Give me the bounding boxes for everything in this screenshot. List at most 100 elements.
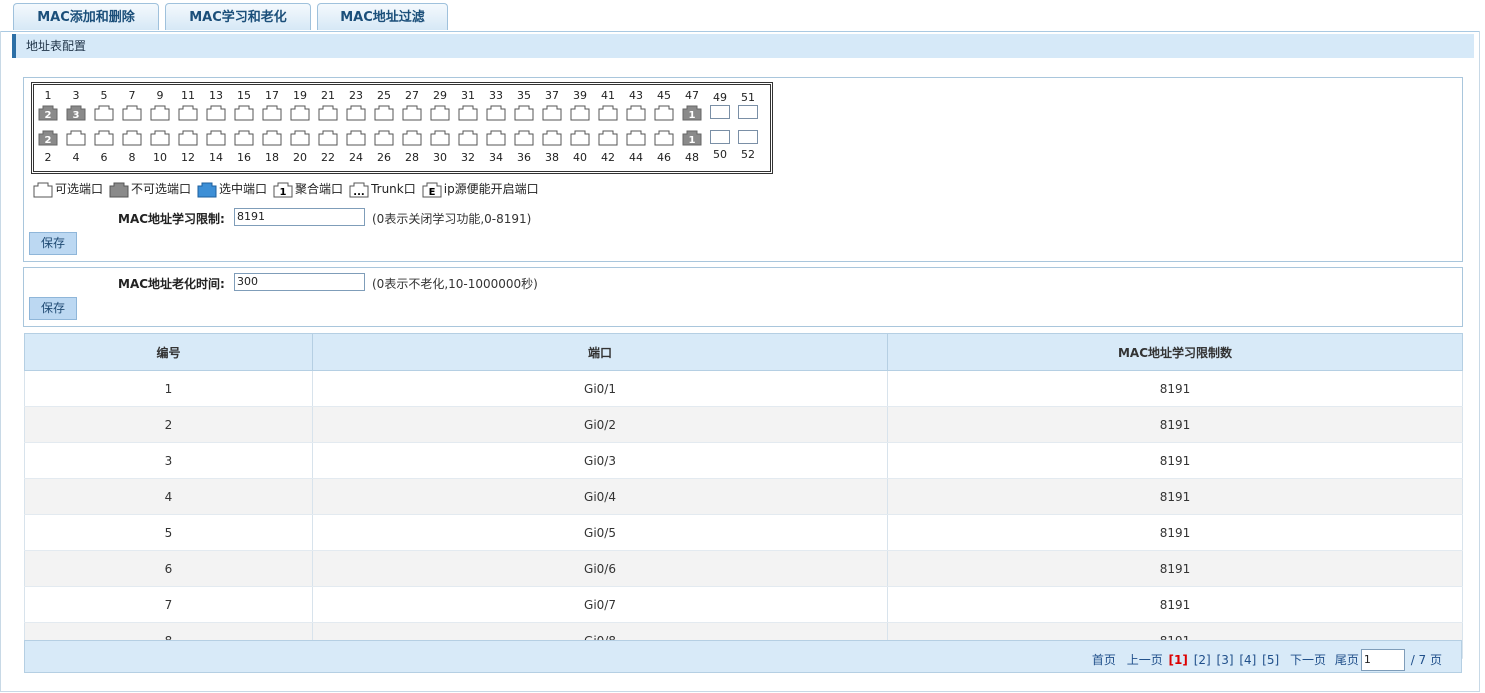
port-13[interactable] bbox=[206, 105, 226, 121]
port-30[interactable] bbox=[430, 130, 450, 146]
port-14[interactable] bbox=[206, 130, 226, 146]
port-22[interactable] bbox=[318, 130, 338, 146]
cell-limit: 8191 bbox=[887, 370, 1463, 407]
port-17[interactable] bbox=[262, 105, 282, 121]
pager-next-link[interactable]: 下一页 bbox=[1290, 653, 1326, 667]
port-badge: 2 bbox=[45, 110, 52, 121]
cell-port: Gi0/2 bbox=[312, 406, 888, 443]
aging-input[interactable]: 300 bbox=[234, 273, 365, 291]
port-15[interactable] bbox=[234, 105, 254, 121]
pager-total: / 7 页 bbox=[1410, 652, 1442, 667]
port-31[interactable] bbox=[458, 105, 478, 121]
port-5[interactable] bbox=[94, 105, 114, 121]
port-29[interactable] bbox=[430, 105, 450, 121]
port-2-aggregated[interactable]: 2 bbox=[38, 130, 58, 146]
port-48-aggregated[interactable]: 1 bbox=[682, 130, 702, 146]
port-47-aggregated[interactable]: 1 bbox=[682, 105, 702, 121]
aging-label: MAC地址老化时间: bbox=[118, 277, 225, 291]
legend-label: ip源便能开启端口 bbox=[443, 182, 539, 196]
port-number-top: 9 bbox=[156, 89, 164, 102]
port-36[interactable] bbox=[514, 130, 534, 146]
cell-limit: 8191 bbox=[887, 586, 1463, 623]
pager-last-link[interactable]: 尾页 bbox=[1335, 653, 1359, 667]
port-18[interactable] bbox=[262, 130, 282, 146]
port-number-top: 41 bbox=[601, 89, 615, 102]
port-33[interactable] bbox=[486, 105, 506, 121]
aging-hint: (0表示不老化,10-1000000秒) bbox=[372, 277, 538, 291]
port-number-top: 35 bbox=[517, 89, 531, 102]
port-26[interactable] bbox=[374, 130, 394, 146]
pager-page-3[interactable]: [3] bbox=[1217, 653, 1234, 667]
port-number-bottom: 12 bbox=[181, 151, 195, 164]
tab-mac-filter[interactable]: MAC地址过滤 bbox=[317, 3, 448, 30]
pager-page-input[interactable]: 1 bbox=[1360, 649, 1405, 671]
pager-first-link[interactable]: 首页 bbox=[1092, 653, 1116, 667]
port-4[interactable] bbox=[66, 130, 86, 146]
sfp-port-52[interactable] bbox=[738, 130, 758, 144]
port-11[interactable] bbox=[178, 105, 198, 121]
port-39[interactable] bbox=[570, 105, 590, 121]
trunk-port-icon: ... bbox=[349, 182, 371, 198]
pager-page-4[interactable]: [4] bbox=[1239, 653, 1256, 667]
tab-mac-add-delete[interactable]: MAC添加和删除 bbox=[13, 3, 159, 30]
sfp-port-49[interactable] bbox=[710, 105, 730, 119]
pager-prev-link[interactable]: 上一页 bbox=[1127, 653, 1163, 667]
port-42[interactable] bbox=[598, 130, 618, 146]
port-9[interactable] bbox=[150, 105, 170, 121]
port-25[interactable] bbox=[374, 105, 394, 121]
port-number-top: 27 bbox=[405, 89, 419, 102]
port-20[interactable] bbox=[290, 130, 310, 146]
port-40[interactable] bbox=[570, 130, 590, 146]
port-43[interactable] bbox=[626, 105, 646, 121]
sfp-port-51[interactable] bbox=[738, 105, 758, 119]
port-12[interactable] bbox=[178, 130, 198, 146]
port-number-top: 45 bbox=[657, 89, 671, 102]
port-27[interactable] bbox=[402, 105, 422, 121]
port-28[interactable] bbox=[402, 130, 422, 146]
port-badge: 1 bbox=[689, 110, 696, 121]
port-19[interactable] bbox=[290, 105, 310, 121]
learn-limit-table: 编号 端口 MAC地址学习限制数 1 Gi0/1 8191 2 Gi0/2 8191 3 Gi… bbox=[24, 333, 1463, 659]
port-8[interactable] bbox=[122, 130, 142, 146]
port-35[interactable] bbox=[514, 105, 534, 121]
column-header-port: 端口 bbox=[312, 333, 888, 371]
port-32[interactable] bbox=[458, 130, 478, 146]
port-21[interactable] bbox=[318, 105, 338, 121]
port-6[interactable] bbox=[94, 130, 114, 146]
pager-page-5[interactable]: [5] bbox=[1262, 653, 1279, 667]
port-3-aggregated[interactable]: 3 bbox=[66, 105, 86, 121]
sfp-port-50[interactable] bbox=[710, 130, 730, 144]
learn-limit-input[interactable]: 8191 bbox=[234, 208, 365, 226]
port-34[interactable] bbox=[486, 130, 506, 146]
port-badge: 2 bbox=[45, 135, 52, 146]
port-23[interactable] bbox=[346, 105, 366, 121]
legend-item: 可选端口 bbox=[33, 180, 103, 198]
port-24[interactable] bbox=[346, 130, 366, 146]
cell-port: Gi0/3 bbox=[312, 442, 888, 479]
pager-page-1[interactable]: [1] bbox=[1169, 653, 1188, 667]
port-41[interactable] bbox=[598, 105, 618, 121]
cell-id: 4 bbox=[24, 478, 313, 515]
port-number-bottom: 4 bbox=[72, 151, 80, 164]
learn-limit-save-button[interactable]: 保存 bbox=[29, 232, 77, 255]
unselectable-port-icon bbox=[109, 182, 131, 197]
port-7[interactable] bbox=[122, 105, 142, 121]
port-16[interactable] bbox=[234, 130, 254, 146]
aging-save-button[interactable]: 保存 bbox=[29, 297, 77, 320]
cell-limit: 8191 bbox=[887, 478, 1463, 515]
port-44[interactable] bbox=[626, 130, 646, 146]
cell-id: 1 bbox=[24, 370, 313, 407]
port-10[interactable] bbox=[150, 130, 170, 146]
port-38[interactable] bbox=[542, 130, 562, 146]
tab-mac-learn-aging[interactable]: MAC学习和老化 bbox=[165, 3, 311, 30]
column-header-limit: MAC地址学习限制数 bbox=[887, 333, 1463, 371]
port-1-aggregated[interactable]: 2 bbox=[38, 105, 58, 121]
port-46[interactable] bbox=[654, 130, 674, 146]
pager-page-2[interactable]: [2] bbox=[1194, 653, 1211, 667]
port-number-top: 31 bbox=[461, 89, 475, 102]
port-45[interactable] bbox=[654, 105, 674, 121]
cell-id: 6 bbox=[24, 550, 313, 587]
legend-label: Trunk口 bbox=[371, 182, 416, 196]
port-number-top: 49 bbox=[713, 91, 727, 104]
port-37[interactable] bbox=[542, 105, 562, 121]
